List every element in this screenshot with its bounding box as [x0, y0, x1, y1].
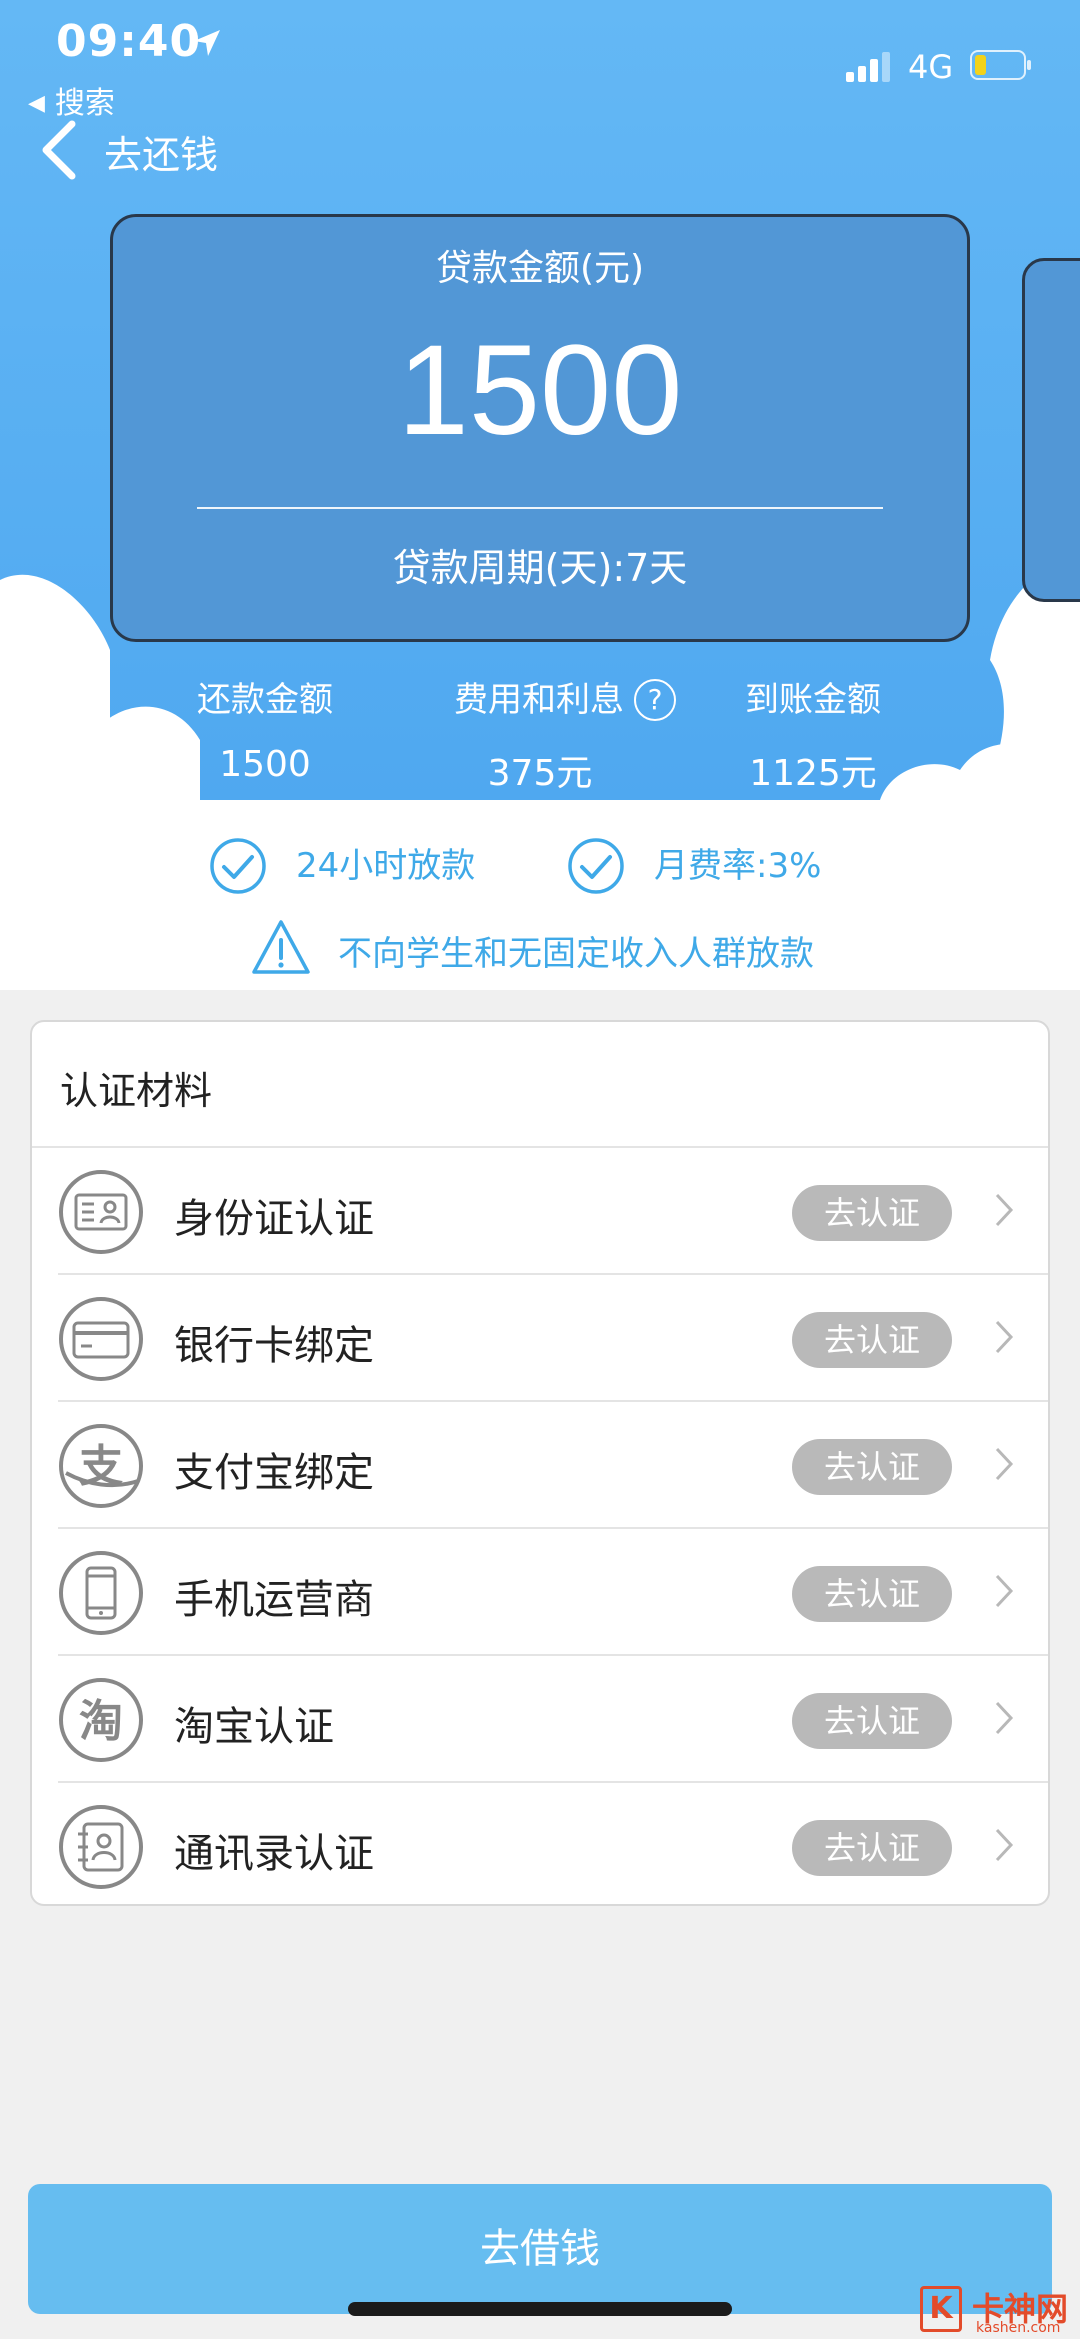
- chevron-right-icon: [995, 1447, 1014, 1481]
- loan-amount-label: 贷款金额(元): [435, 248, 645, 289]
- received-amount-label: 到账金额: [745, 680, 881, 720]
- loan-amount-card[interactable]: 贷款金额(元) 1500 贷款周期(天):7天: [110, 214, 970, 642]
- nav-title[interactable]: 去还钱: [104, 124, 218, 179]
- notice-text: 不向学生和无固定收入人群放款: [338, 934, 814, 974]
- location-arrow-icon: [194, 30, 220, 56]
- help-question-icon[interactable]: ?: [634, 679, 676, 721]
- certification-title: 认证材料: [60, 1069, 213, 1113]
- feature-monthly-rate: 月费率:3%: [566, 836, 866, 896]
- status-bar: 09:40 4G: [0, 0, 1080, 90]
- cert-row-bank-card[interactable]: 银行卡绑定 去认证: [32, 1275, 1048, 1402]
- id-card-icon: [59, 1170, 143, 1254]
- cert-row-id-card[interactable]: 身份证认证 去认证: [32, 1148, 1048, 1275]
- cert-label: 银行卡绑定: [174, 1323, 374, 1369]
- cert-label: 手机运营商: [174, 1577, 374, 1623]
- status-time: 09:40: [56, 16, 202, 67]
- cert-label: 通讯录认证: [174, 1831, 374, 1877]
- back-to-app-link[interactable]: ◀ 搜索: [28, 78, 115, 122]
- chevron-right-icon: [995, 1193, 1014, 1227]
- taobao-icon: 淘: [59, 1678, 143, 1762]
- fee-interest-text: 费用和利息: [454, 680, 624, 720]
- go-verify-button[interactable]: 去认证: [792, 1820, 952, 1876]
- fee-interest-value: 375元: [487, 753, 593, 794]
- battery-icon: [970, 50, 1031, 80]
- card-divider: [197, 507, 883, 509]
- signal-strength-icon: [846, 52, 890, 82]
- cert-label: 淘宝认证: [174, 1704, 334, 1750]
- watermark: K 卡神网 kashen.com: [920, 2286, 1070, 2336]
- home-indicator: [348, 2302, 732, 2316]
- cert-row-taobao[interactable]: 淘 淘宝认证 去认证: [32, 1656, 1048, 1783]
- received-amount-value: 1125元: [749, 753, 877, 794]
- back-app-label: 搜索: [54, 86, 115, 121]
- next-loan-card[interactable]: [1022, 258, 1080, 602]
- cert-row-mobile-carrier[interactable]: 手机运营商 去认证: [32, 1529, 1048, 1656]
- cert-row-contacts[interactable]: 通讯录认证 去认证: [32, 1783, 1048, 1910]
- repay-amount-value: 1500: [219, 744, 311, 785]
- go-verify-button[interactable]: 去认证: [792, 1693, 952, 1749]
- repay-amount-label: 还款金额: [197, 680, 333, 720]
- go-verify-button[interactable]: 去认证: [792, 1185, 952, 1241]
- borrow-money-button[interactable]: 去借钱: [28, 2184, 1052, 2314]
- svg-text:淘: 淘: [79, 1696, 123, 1747]
- loan-period: 贷款周期(天):7天: [392, 546, 688, 590]
- watermark-logo: K: [920, 2286, 962, 2332]
- chevron-right-icon: [995, 1828, 1014, 1862]
- watermark-url: kashen.com: [976, 2320, 1061, 2336]
- back-chevron-icon[interactable]: [38, 120, 82, 180]
- go-verify-button[interactable]: 去认证: [792, 1439, 952, 1495]
- back-triangle-icon: ◀: [28, 91, 45, 116]
- cert-label: 支付宝绑定: [174, 1450, 374, 1496]
- feature-fast-loan-text: 24小时放款: [296, 846, 476, 886]
- chevron-right-icon: [995, 1701, 1014, 1735]
- warning-triangle-icon: [252, 920, 310, 974]
- alipay-icon: 支: [59, 1424, 143, 1508]
- go-verify-button[interactable]: 去认证: [792, 1312, 952, 1368]
- check-circle-icon: [568, 838, 624, 894]
- cert-label: 身份证认证: [174, 1196, 374, 1242]
- go-verify-button[interactable]: 去认证: [792, 1566, 952, 1622]
- check-circle-icon: [210, 838, 266, 894]
- chevron-right-icon: [995, 1574, 1014, 1608]
- mobile-phone-icon: [59, 1551, 143, 1635]
- bank-card-icon: [59, 1297, 143, 1381]
- feature-fast-loan: 24小时放款: [208, 836, 508, 896]
- fee-interest-label: 费用和利息?: [420, 672, 710, 721]
- chevron-right-icon: [995, 1320, 1014, 1354]
- cert-row-alipay[interactable]: 支 支付宝绑定 去认证: [32, 1402, 1048, 1529]
- contacts-icon: [59, 1805, 143, 1889]
- certification-panel: 认证材料 身份证认证 去认证 银行卡绑定 去认证 支 支付宝绑定 去认证 手机运…: [30, 1020, 1050, 1906]
- loan-amount-value: 1500: [397, 319, 683, 462]
- network-type: 4G: [908, 48, 954, 86]
- feature-monthly-rate-text: 月费率:3%: [654, 846, 822, 886]
